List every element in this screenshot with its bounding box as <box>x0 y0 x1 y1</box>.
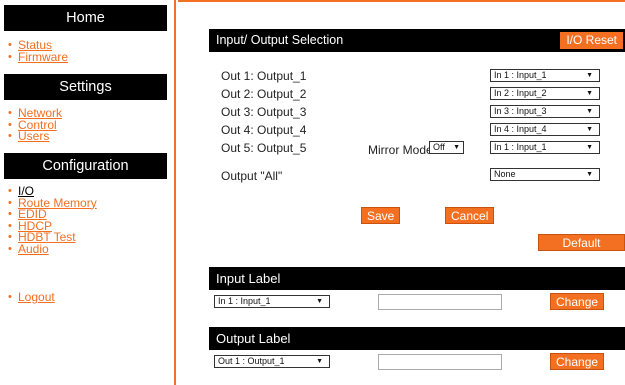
io-selection-header: Input/ Output Selection I/O Reset <box>209 29 625 52</box>
nav-item-firmware[interactable]: Firmware <box>8 50 68 64</box>
output-label-select-value: Out 1 : Output_1 <box>218 356 285 366</box>
io-reset-button[interactable]: I/O Reset <box>560 32 623 49</box>
cancel-button[interactable]: Cancel <box>445 207 495 224</box>
input-label-select-value: In 1 : Input_1 <box>218 296 271 306</box>
output-1-select[interactable]: In 1 : Input_1 ▼ <box>490 69 600 82</box>
output-2-select[interactable]: In 2 : Input_2 ▼ <box>490 87 600 100</box>
input-change-button[interactable]: Change <box>550 293 605 310</box>
logout-link[interactable]: Logout <box>18 290 55 304</box>
output-all-label: Output "All" <box>221 169 283 183</box>
output-1-select-value: In 1 : Input_1 <box>494 70 547 80</box>
chevron-down-icon: ▼ <box>586 108 593 115</box>
output-label-field[interactable] <box>378 354 502 370</box>
nav-link-firmware[interactable]: Firmware <box>18 50 68 64</box>
home-header: Home <box>4 5 167 31</box>
input-label-field[interactable] <box>378 294 502 310</box>
input-label-select[interactable]: In 1 : Input_1 ▼ <box>214 295 330 308</box>
output-row-label: Out 5: Output_5 <box>221 141 307 155</box>
chevron-down-icon: ▼ <box>586 72 593 79</box>
chevron-down-icon: ▼ <box>453 144 460 151</box>
chevron-down-icon: ▼ <box>586 126 593 133</box>
input-label-title: Input Label <box>216 271 281 286</box>
mirror-mode-label: Mirror Mode <box>368 143 433 157</box>
nav-item-audio[interactable]: Audio <box>8 242 97 256</box>
nav-link-audio[interactable]: Audio <box>18 242 49 256</box>
output-row-label: Out 2: Output_2 <box>221 87 307 101</box>
home-nav: Status Firmware <box>8 39 68 64</box>
logout-nav: Logout <box>8 290 55 304</box>
output-row-label: Out 4: Output_4 <box>221 123 307 137</box>
output-4-select[interactable]: In 4 : Input_4 ▼ <box>490 123 600 136</box>
output-label-title: Output Label <box>216 331 291 346</box>
settings-nav: Network Control Users <box>8 107 62 143</box>
main-panel: Input/ Output Selection I/O Reset Out 1:… <box>178 0 625 385</box>
output-row-label: Out 3: Output_3 <box>221 105 307 119</box>
chevron-down-icon: ▼ <box>586 90 593 97</box>
output-label-select[interactable]: Out 1 : Output_1 ▼ <box>214 355 330 368</box>
save-button[interactable]: Save <box>361 207 401 224</box>
configuration-nav: I/O Route Memory EDID HDCP HDBT Test Aud… <box>8 185 97 256</box>
nav-item-logout[interactable]: Logout <box>8 290 55 304</box>
output-change-button[interactable]: Change <box>550 353 605 370</box>
default-routing-button[interactable]: Default Routing <box>538 234 625 267</box>
output-label-header: Output Label <box>209 327 625 350</box>
configuration-header: Configuration <box>4 153 167 179</box>
chevron-down-icon: ▼ <box>586 144 593 151</box>
output-3-select-value: In 3 : Input_3 <box>494 106 547 116</box>
output-all-select[interactable]: None ▼ <box>490 168 600 181</box>
mirror-mode-select[interactable]: Off ▼ <box>429 141 464 154</box>
chevron-down-icon: ▼ <box>316 358 323 365</box>
output-3-select[interactable]: In 3 : Input_3 ▼ <box>490 105 600 118</box>
settings-header: Settings <box>4 74 167 100</box>
mirror-mode-value: Off <box>433 142 445 152</box>
sidebar: Home Status Firmware Settings Network Co… <box>0 0 176 385</box>
output-5-select[interactable]: In 1 : Input_1 ▼ <box>490 141 600 154</box>
nav-link-users[interactable]: Users <box>18 129 49 143</box>
output-2-select-value: In 2 : Input_2 <box>494 88 547 98</box>
output-row-label: Out 1: Output_1 <box>221 69 307 83</box>
io-selection-title: Input/ Output Selection <box>216 33 344 47</box>
chevron-down-icon: ▼ <box>586 171 593 178</box>
chevron-down-icon: ▼ <box>316 298 323 305</box>
output-all-select-value: None <box>494 169 516 179</box>
output-5-select-value: In 1 : Input_1 <box>494 142 547 152</box>
output-4-select-value: In 4 : Input_4 <box>494 124 547 134</box>
nav-item-users[interactable]: Users <box>8 129 62 143</box>
input-label-header: Input Label <box>209 267 625 290</box>
